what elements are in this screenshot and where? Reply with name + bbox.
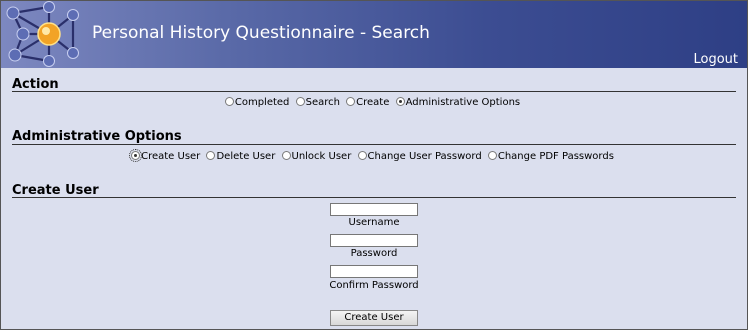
logout-link[interactable]: Logout — [693, 52, 738, 67]
radio-change-pdf-passwords[interactable]: Change PDF Passwords — [487, 151, 614, 162]
radio-label: Search — [305, 97, 340, 108]
radio-label: Create User — [141, 151, 201, 162]
radio-label: Administrative Options — [405, 97, 521, 108]
radio-button[interactable] — [357, 151, 367, 160]
confirm-password-label: Confirm Password — [329, 280, 419, 291]
header-banner: Personal History Questionnaire - Search … — [1, 1, 747, 68]
radio-button[interactable] — [224, 97, 234, 106]
app-window: Personal History Questionnaire - Search … — [0, 0, 748, 330]
password-label: Password — [350, 248, 398, 259]
admin-options-heading: Administrative Options — [12, 129, 182, 144]
molecule-network-logo — [6, 1, 79, 67]
radio-create[interactable]: Create — [346, 97, 389, 108]
radio-button[interactable] — [295, 97, 305, 106]
username-label: Username — [348, 217, 400, 228]
radio-create-user[interactable]: Create User — [129, 149, 201, 162]
username-input[interactable] — [330, 203, 418, 216]
action-radio-group: Completed Search Create Administrative O… — [1, 97, 747, 109]
radio-button[interactable] — [206, 151, 216, 160]
radio-label: Completed — [234, 97, 290, 108]
password-input[interactable] — [330, 234, 418, 247]
radio-label: Change User Password — [367, 151, 482, 162]
radio-search[interactable]: Search — [295, 97, 340, 108]
admin-options-divider — [12, 144, 736, 145]
radio-completed[interactable]: Completed — [224, 97, 290, 108]
confirm-password-input[interactable] — [330, 265, 418, 278]
radio-button[interactable] — [487, 151, 497, 160]
radio-button[interactable] — [281, 151, 291, 160]
radio-administrative-options[interactable]: Administrative Options — [395, 97, 521, 108]
create-user-heading: Create User — [12, 183, 99, 198]
action-heading: Action — [12, 77, 59, 92]
create-user-divider — [12, 197, 736, 198]
action-divider — [12, 91, 736, 92]
radio-button[interactable] — [129, 149, 143, 162]
radio-change-user-password[interactable]: Change User Password — [357, 151, 482, 162]
radio-delete-user[interactable]: Delete User — [206, 151, 275, 162]
app-title: Personal History Questionnaire - Search — [92, 23, 430, 43]
radio-label: Delete User — [216, 151, 276, 162]
radio-label: Change PDF Passwords — [497, 151, 614, 162]
radio-unlock-user[interactable]: Unlock User — [281, 151, 352, 162]
create-user-button[interactable]: Create User — [330, 310, 418, 326]
radio-button[interactable] — [346, 97, 356, 106]
admin-radio-group: Create User Delete User Unlock User Chan… — [1, 149, 747, 163]
radio-label: Create — [356, 97, 390, 108]
radio-button[interactable] — [395, 97, 405, 106]
radio-label: Unlock User — [291, 151, 352, 162]
